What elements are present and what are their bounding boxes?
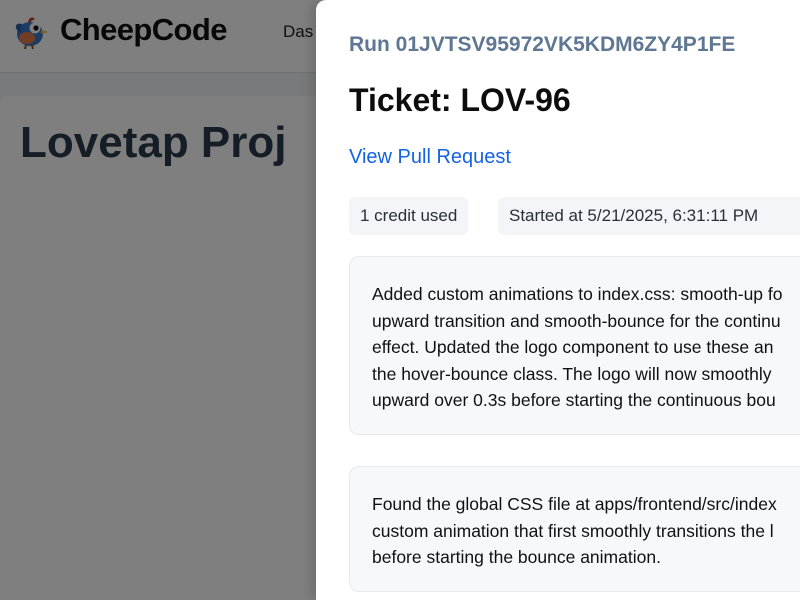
app-page: CheepCode Das Lovetap Proj Run 01JVTSV95… (0, 0, 800, 600)
ticket-title: Ticket: LOV-96 (349, 82, 571, 118)
log-entry-line: custom animation that first smoothly tra… (372, 520, 774, 541)
log-entry-line: Added custom animations to index.css: sm… (372, 284, 783, 304)
log-entry-card: Found the global CSS file at apps/fronte… (349, 466, 800, 592)
log-entry-text: Added custom animations to index.css: sm… (372, 281, 800, 414)
log-entry-card: Added custom animations to index.css: sm… (349, 256, 800, 435)
view-pull-request-link[interactable]: View Pull Request (349, 146, 511, 169)
log-entry-line: upward transition and smooth-bounce for … (372, 310, 781, 331)
log-entry-line: Found the global CSS file at apps/fronte… (372, 494, 777, 514)
log-entry-line: upward over 0.3s before starting the con… (372, 390, 776, 410)
run-details-drawer: Run 01JVTSV95972VK5KDM6ZY4P1FE Ticket: L… (316, 0, 800, 600)
run-id-heading: Run 01JVTSV95972VK5KDM6ZY4P1FE (349, 33, 736, 56)
log-entry-line: before starting the bounce animation. (372, 547, 661, 567)
started-at-badge: Started at 5/21/2025, 6:31:11 PM (498, 197, 800, 235)
credits-used-badge: 1 credit used (349, 197, 469, 235)
log-entry-text: Found the global CSS file at apps/fronte… (372, 491, 800, 571)
log-entry-line: effect. Updated the logo component to us… (372, 337, 774, 357)
log-entry-line: the hover-bounce class. The logo will no… (372, 363, 772, 384)
